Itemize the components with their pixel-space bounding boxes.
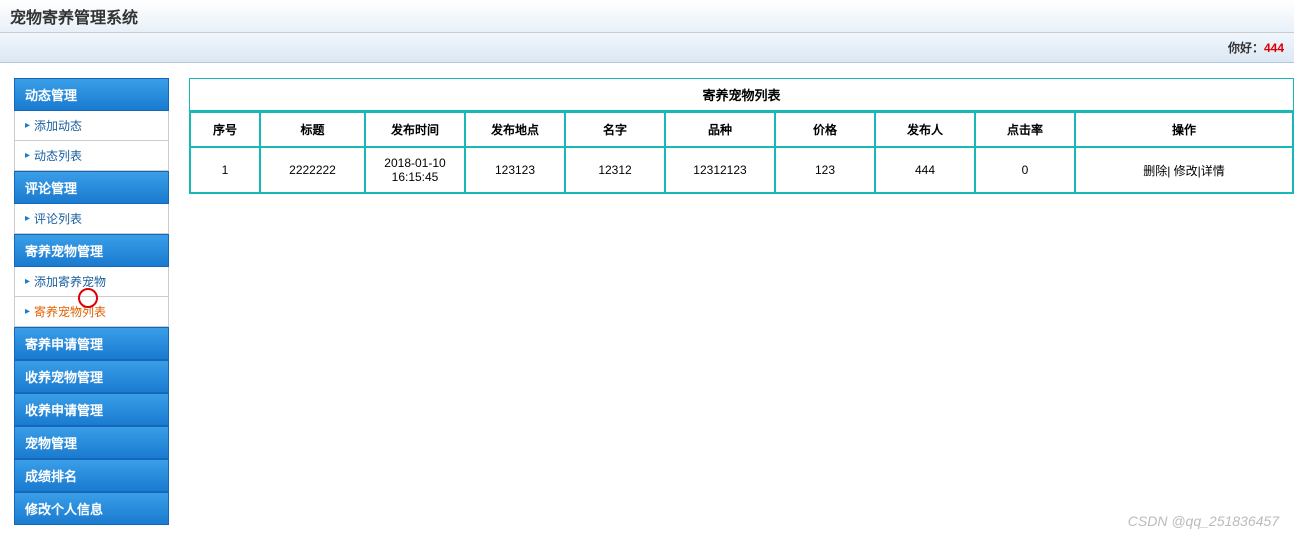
- col-publisher: 发布人: [875, 112, 975, 147]
- menu-header-foster-apply[interactable]: 寄养申请管理: [14, 327, 169, 360]
- main-content: 寄养宠物列表 序号 标题 发布时间 发布地点 名字 品种 价格 发布人 点击率 …: [189, 78, 1294, 525]
- sidebar-item-label: 寄养宠物列表: [34, 303, 106, 320]
- cell-title: 2222222: [260, 147, 365, 193]
- cell-price: 123: [775, 147, 875, 193]
- action-links[interactable]: 删除| 修改|详情: [1143, 164, 1225, 178]
- menu-header-profile[interactable]: 修改个人信息: [14, 492, 169, 525]
- col-clicks: 点击率: [975, 112, 1075, 147]
- sidebar: 动态管理 ▸ 添加动态 ▸ 动态列表 评论管理 ▸ 评论列表 寄养宠物管理 ▸ …: [14, 78, 169, 525]
- sidebar-item-comment-list[interactable]: ▸ 评论列表: [14, 204, 169, 234]
- arrow-icon: ▸: [25, 276, 30, 287]
- sidebar-item-dynamic-list[interactable]: ▸ 动态列表: [14, 141, 169, 171]
- menu-header-dynamic[interactable]: 动态管理: [14, 78, 169, 111]
- menu-header-foster-pet[interactable]: 寄养宠物管理: [14, 234, 169, 267]
- menu-header-comment[interactable]: 评论管理: [14, 171, 169, 204]
- sidebar-item-label: 添加动态: [34, 117, 82, 134]
- username: 444: [1264, 41, 1284, 55]
- col-title: 标题: [260, 112, 365, 147]
- cell-clicks: 0: [975, 147, 1075, 193]
- app-title: 宠物寄养管理系统: [10, 4, 1284, 28]
- col-seq: 序号: [190, 112, 260, 147]
- col-pubtime: 发布时间: [365, 112, 465, 147]
- col-actions: 操作: [1075, 112, 1293, 147]
- sidebar-item-foster-pet-list[interactable]: ▸ 寄养宠物列表: [14, 297, 169, 327]
- menu-header-adopt-apply[interactable]: 收养申请管理: [14, 393, 169, 426]
- col-breed: 品种: [665, 112, 775, 147]
- arrow-icon: ▸: [25, 306, 30, 317]
- sidebar-item-label: 动态列表: [34, 147, 82, 164]
- col-name: 名字: [565, 112, 665, 147]
- watermark: CSDN @qq_251836457: [1128, 513, 1279, 529]
- menu-header-adopt-pet[interactable]: 收养宠物管理: [14, 360, 169, 393]
- top-bar: 你好：444: [0, 33, 1294, 63]
- sidebar-item-add-dynamic[interactable]: ▸ 添加动态: [14, 111, 169, 141]
- table-row: 1 2222222 2018-01-10 16:15:45 123123 123…: [190, 147, 1293, 193]
- col-price: 价格: [775, 112, 875, 147]
- sidebar-item-add-foster-pet[interactable]: ▸ 添加寄养宠物: [14, 267, 169, 297]
- cell-breed: 12312123: [665, 147, 775, 193]
- cell-name: 12312: [565, 147, 665, 193]
- cell-publisher: 444: [875, 147, 975, 193]
- arrow-icon: ▸: [25, 120, 30, 131]
- foster-pet-table: 序号 标题 发布时间 发布地点 名字 品种 价格 发布人 点击率 操作 1 22…: [189, 111, 1294, 194]
- cell-pubtime: 2018-01-10 16:15:45: [365, 147, 465, 193]
- cell-actions: 删除| 修改|详情: [1075, 147, 1293, 193]
- table-title: 寄养宠物列表: [189, 78, 1294, 111]
- table-header-row: 序号 标题 发布时间 发布地点 名字 品种 价格 发布人 点击率 操作: [190, 112, 1293, 147]
- arrow-icon: ▸: [25, 150, 30, 161]
- greeting-label: 你好：: [1228, 41, 1264, 55]
- sidebar-item-label: 评论列表: [34, 210, 82, 227]
- arrow-icon: ▸: [25, 213, 30, 224]
- col-location: 发布地点: [465, 112, 565, 147]
- menu-header-pet[interactable]: 宠物管理: [14, 426, 169, 459]
- cell-seq: 1: [190, 147, 260, 193]
- cell-location: 123123: [465, 147, 565, 193]
- sidebar-item-label: 添加寄养宠物: [34, 273, 106, 290]
- app-header: 宠物寄养管理系统: [0, 0, 1294, 33]
- menu-header-rank[interactable]: 成绩排名: [14, 459, 169, 492]
